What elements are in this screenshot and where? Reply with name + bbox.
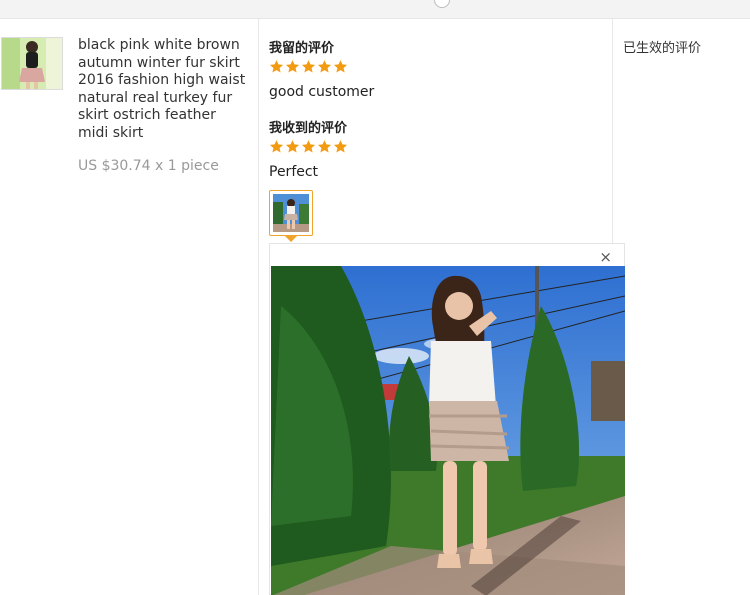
photo-viewer: × (269, 243, 625, 595)
star-icon (317, 140, 332, 153)
given-feedback-label: 我留的评价 (269, 41, 335, 56)
star-icon (301, 140, 316, 153)
product-thumbnail-image (2, 38, 62, 89)
close-icon[interactable]: × (599, 249, 612, 265)
star-icon (333, 60, 348, 73)
star-icon (317, 60, 332, 73)
feedback-status: 已生效的评价 (623, 41, 702, 56)
product-price: US $30.74 x 1 piece (78, 158, 219, 174)
star-icon (301, 60, 316, 73)
received-feedback-label: 我收到的评价 (269, 121, 348, 136)
star-icon (269, 140, 284, 153)
feedback-photo-image (271, 266, 625, 595)
product-thumbnail[interactable] (1, 37, 63, 90)
received-rating-stars (269, 139, 348, 154)
given-rating-stars (269, 59, 348, 74)
star-icon (285, 140, 300, 153)
given-feedback-text: good customer (269, 84, 375, 100)
star-icon (285, 60, 300, 73)
column-divider (258, 19, 259, 595)
received-feedback-text: Perfect (269, 164, 319, 180)
feedback-photo-thumbnail[interactable] (269, 190, 313, 236)
table-header (0, 0, 750, 19)
header-circle-icon (434, 0, 450, 8)
product-title[interactable]: black pink white brown autumn winter fur… (78, 37, 250, 143)
thumbnail-pointer (285, 236, 297, 242)
star-icon (333, 140, 348, 153)
feedback-photo-thumbnail-image (273, 194, 309, 232)
star-icon (269, 60, 284, 73)
feedback-photo[interactable] (271, 266, 625, 595)
